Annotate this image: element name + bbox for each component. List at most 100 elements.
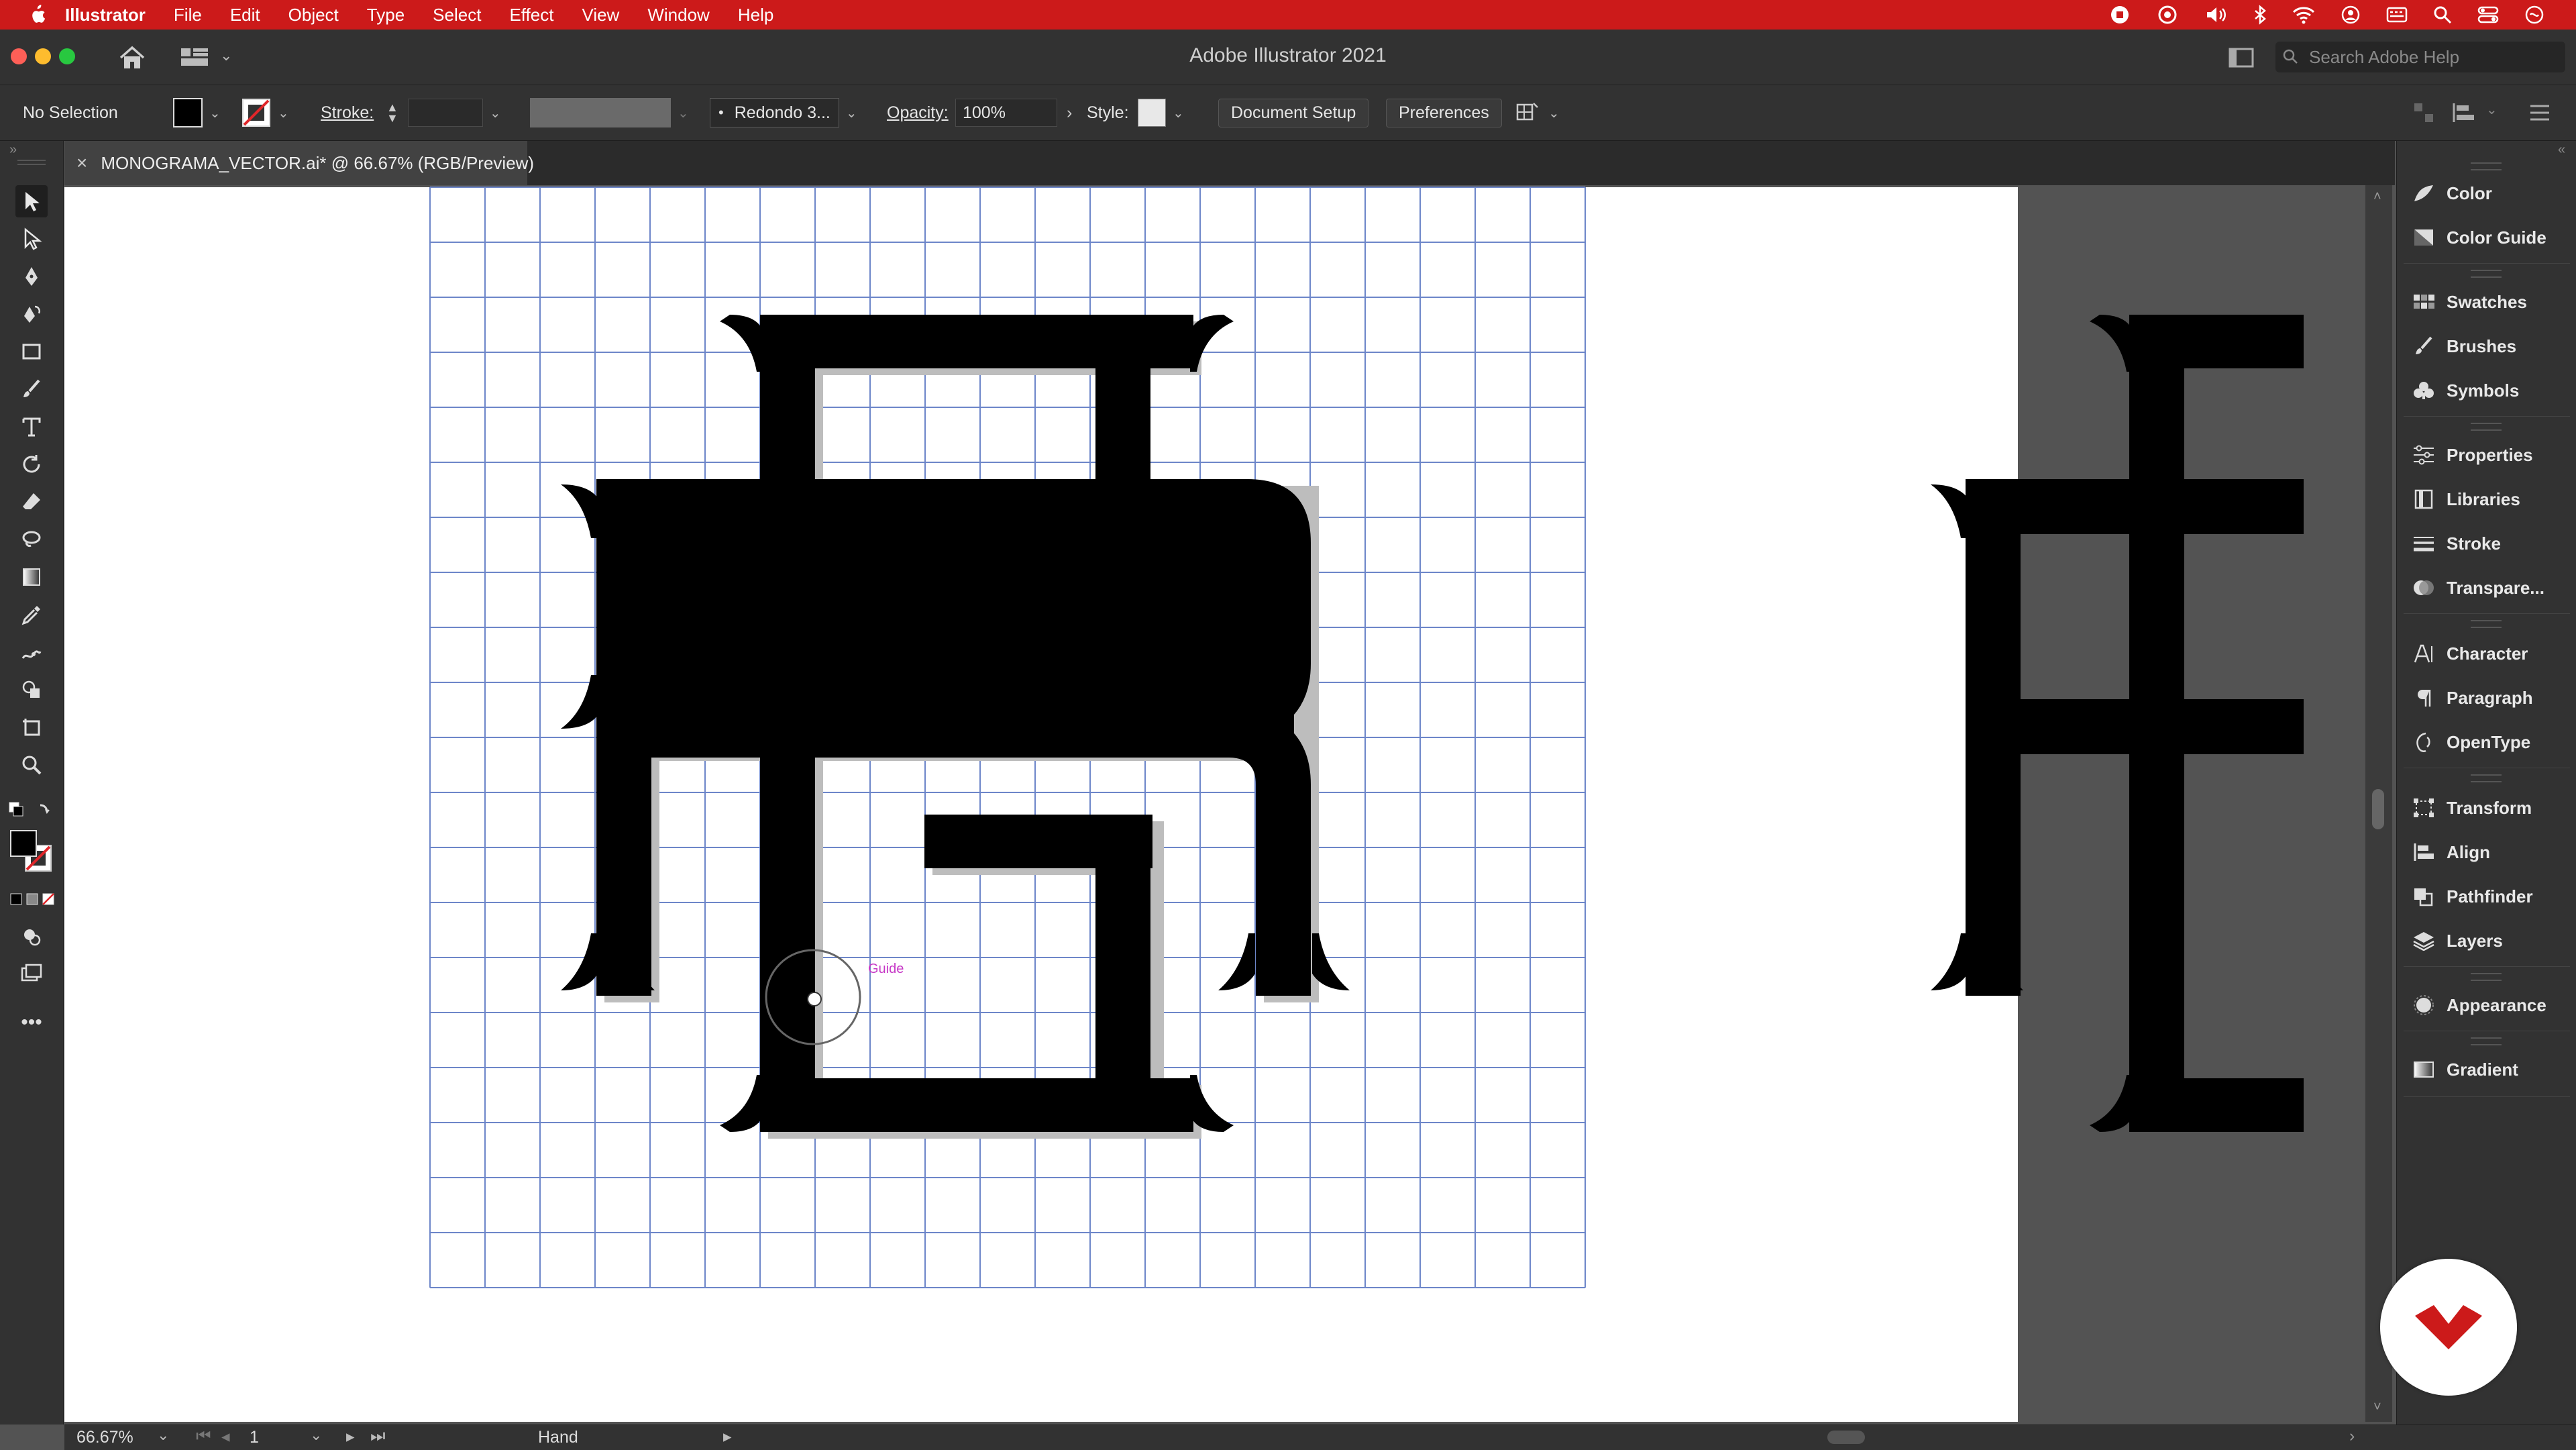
- document-setup-button[interactable]: Document Setup: [1218, 98, 1369, 127]
- panel-gradient[interactable]: Gradient: [2397, 1051, 2576, 1088]
- menu-effect[interactable]: Effect: [495, 0, 568, 30]
- shape-builder-tool[interactable]: [15, 674, 48, 706]
- first-artboard-icon[interactable]: ⏮: [196, 1427, 211, 1446]
- rectangle-tool[interactable]: [15, 335, 48, 368]
- stroke-dropdown-icon[interactable]: ⌄: [278, 105, 289, 121]
- previous-artboard-icon[interactable]: ◂: [221, 1427, 230, 1447]
- panel-libraries[interactable]: Libraries: [2397, 480, 2576, 518]
- spotlight-icon[interactable]: [2433, 5, 2452, 24]
- menu-view[interactable]: View: [568, 0, 633, 30]
- quick-actions-dropdown-icon[interactable]: ⌄: [1548, 105, 1560, 121]
- wifi-icon[interactable]: [2292, 5, 2315, 24]
- user-icon[interactable]: [2341, 5, 2361, 25]
- panel-align[interactable]: Align: [2397, 833, 2576, 871]
- panel-group-grip[interactable]: [2471, 423, 2502, 431]
- keyboard-icon[interactable]: [2386, 6, 2408, 23]
- opacity-field[interactable]: 100%: [955, 99, 1057, 127]
- vertical-scroll-thumb[interactable]: [2372, 789, 2384, 829]
- lasso-tool[interactable]: [15, 523, 48, 556]
- panel-brushes[interactable]: Brushes: [2397, 327, 2576, 365]
- draw-mode-button[interactable]: [15, 921, 48, 953]
- default-fill-stroke-swap[interactable]: [8, 800, 55, 824]
- zoom-level[interactable]: 66.67%: [76, 1428, 133, 1447]
- profile-dropdown-icon[interactable]: ⌄: [678, 105, 689, 121]
- screen-mode-button[interactable]: [15, 958, 48, 990]
- panel-symbols[interactable]: Symbols: [2397, 372, 2576, 409]
- variable-width-profile[interactable]: [530, 98, 671, 127]
- fill-dropdown-icon[interactable]: ⌄: [209, 105, 221, 121]
- arrange-icon[interactable]: [2412, 101, 2435, 124]
- style-swatch[interactable]: [1138, 99, 1166, 127]
- color-mode-buttons[interactable]: [9, 891, 55, 907]
- brush-dropdown-icon[interactable]: ⌄: [846, 105, 857, 121]
- type-tool[interactable]: [15, 411, 48, 443]
- search-help-field[interactable]: Search Adobe Help: [2275, 42, 2565, 72]
- record-icon[interactable]: [2110, 5, 2130, 25]
- stroke-none-swatch[interactable]: [241, 98, 271, 127]
- panel-character[interactable]: Character: [2397, 635, 2576, 672]
- canvas-area[interactable]: Guide: [64, 185, 2359, 1422]
- scroll-right-icon[interactable]: ›: [2349, 1427, 2355, 1446]
- toolbar-grip[interactable]: [17, 160, 46, 165]
- panel-color[interactable]: Color: [2397, 174, 2576, 212]
- panel-stroke[interactable]: Stroke: [2397, 525, 2576, 562]
- eraser-tool[interactable]: [15, 486, 48, 518]
- rotate-tool[interactable]: [15, 448, 48, 480]
- eyedropper-tool[interactable]: [15, 599, 48, 631]
- menu-object[interactable]: Object: [274, 0, 353, 30]
- panel-appearance[interactable]: Appearance: [2397, 986, 2576, 1024]
- panel-pathfinder[interactable]: Pathfinder: [2397, 878, 2576, 915]
- last-artboard-icon[interactable]: ⏭: [370, 1427, 386, 1446]
- menu-select[interactable]: Select: [419, 0, 495, 30]
- current-tool-status[interactable]: Hand: [538, 1428, 578, 1447]
- scroll-up-icon[interactable]: ˄: [2373, 189, 2381, 205]
- panel-transform[interactable]: Transform: [2397, 789, 2576, 827]
- siri-icon[interactable]: [2524, 5, 2544, 25]
- panel-group-grip[interactable]: [2471, 270, 2502, 278]
- menu-window[interactable]: Window: [633, 0, 723, 30]
- align-controls-icon[interactable]: [2450, 101, 2477, 124]
- gradient-tool[interactable]: [15, 561, 48, 593]
- artwork-layer[interactable]: Guide: [64, 185, 2359, 1422]
- stroke-weight-dropdown-icon[interactable]: ⌄: [490, 105, 501, 121]
- menu-help[interactable]: Help: [724, 0, 788, 30]
- artboard-number[interactable]: 1: [250, 1428, 259, 1447]
- arrange-documents-icon[interactable]: [2229, 47, 2254, 68]
- artboard-dropdown-icon[interactable]: ⌄: [310, 1427, 322, 1444]
- panel-group-grip[interactable]: [2471, 1037, 2502, 1045]
- monogram-glyph[interactable]: [561, 315, 1350, 1132]
- zoom-dropdown-icon[interactable]: ⌄: [157, 1427, 169, 1444]
- brush-definition-field[interactable]: • Redondo 3...: [710, 98, 839, 127]
- pen-tool[interactable]: [15, 260, 48, 293]
- document-tab[interactable]: × MONOGRAMA_VECTOR.ai* @ 66.67% (RGB/Pre…: [64, 141, 534, 185]
- quick-actions-icon[interactable]: [1515, 101, 1542, 125]
- vertical-scrollbar-track[interactable]: ˄ ˅: [2365, 185, 2392, 1422]
- control-center-icon[interactable]: [2477, 5, 2499, 24]
- collapse-toolbar-icon[interactable]: »: [9, 142, 17, 158]
- stroke-stepper[interactable]: ▲ ▼: [386, 101, 398, 124]
- opacity-label[interactable]: Opacity:: [887, 85, 949, 140]
- panel-group-grip[interactable]: [2471, 973, 2502, 981]
- selection-tool[interactable]: [15, 185, 48, 217]
- zoom-tool[interactable]: [15, 749, 48, 781]
- panel-menu-icon[interactable]: [2529, 103, 2551, 123]
- bluetooth-icon[interactable]: [2253, 5, 2267, 25]
- apple-menu-icon[interactable]: [23, 0, 51, 30]
- menu-illustrator[interactable]: Illustrator: [51, 0, 160, 30]
- panel-paragraph[interactable]: Paragraph: [2397, 679, 2576, 717]
- status-menu-icon[interactable]: ▸: [723, 1427, 732, 1447]
- panel-group-grip[interactable]: [2471, 774, 2502, 782]
- panel-swatches[interactable]: Swatches: [2397, 283, 2576, 321]
- curvature-tool[interactable]: [15, 298, 48, 330]
- menu-type[interactable]: Type: [353, 0, 419, 30]
- horizontal-scroll-thumb[interactable]: [1827, 1431, 1865, 1444]
- style-dropdown-icon[interactable]: ⌄: [1173, 105, 1184, 121]
- panel-color-guide[interactable]: Color Guide: [2397, 219, 2576, 256]
- volume-icon[interactable]: [2205, 5, 2228, 25]
- puppet-warp-tool[interactable]: [15, 636, 48, 668]
- fill-stroke-indicator[interactable]: [9, 829, 55, 875]
- paintbrush-tool[interactable]: [15, 373, 48, 405]
- align-dropdown-icon[interactable]: ⌄: [2486, 101, 2498, 118]
- panel-opentype[interactable]: OpenType: [2397, 723, 2576, 761]
- scroll-down-icon[interactable]: ˅: [2373, 1400, 2381, 1415]
